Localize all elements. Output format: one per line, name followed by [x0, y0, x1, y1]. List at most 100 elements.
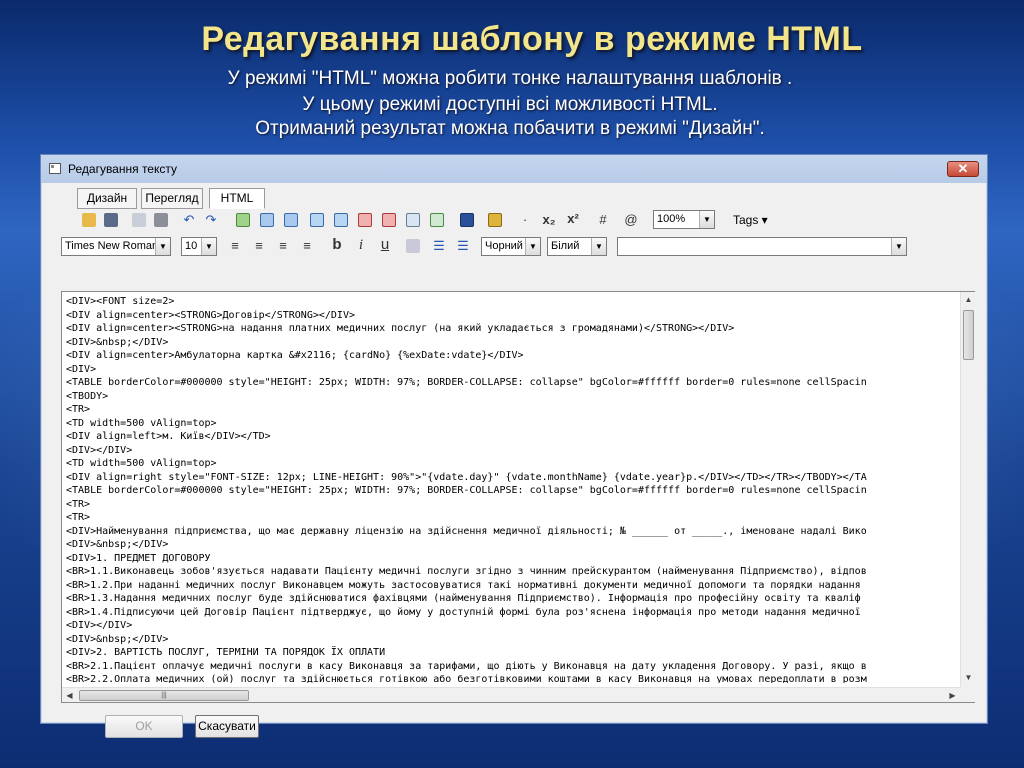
- underline-button[interactable]: u: [377, 237, 393, 253]
- clear-format-icon[interactable]: [405, 238, 421, 254]
- horizontal-scroll-thumb[interactable]: |||: [79, 690, 249, 701]
- html-source-text[interactable]: <DIV><FONT size=2> <DIV align=center><STR…: [66, 295, 962, 683]
- email-link-icon[interactable]: @: [623, 212, 639, 228]
- slide-subtitle-line-1: У режимі "HTML" можна робити тонке налаш…: [227, 68, 793, 89]
- code-line: <DIV>: [66, 363, 97, 375]
- code-line: <DIV align=center><STRONG>на надання пла…: [66, 323, 735, 334]
- undo-icon[interactable]: ↶: [181, 212, 197, 228]
- code-line: <TABLE borderColor=#000000 style="HEIGHT…: [66, 485, 867, 496]
- close-button[interactable]: ✕: [947, 161, 979, 177]
- bullet-list-icon[interactable]: ☰: [455, 238, 471, 254]
- vertical-scrollbar[interactable]: ▲ ▼: [960, 292, 975, 687]
- tab-preview[interactable]: Перегляд: [141, 188, 203, 209]
- insert-column-right-icon[interactable]: [333, 212, 349, 228]
- insert-table-icon[interactable]: [235, 212, 251, 228]
- code-line: <DIV>2. ВАРТІСТЬ ПОСЛУГ, ТЕРМІНИ ТА ПОРЯ…: [66, 647, 386, 658]
- redo-icon[interactable]: ↷: [203, 212, 219, 228]
- back-color-value: Білий: [551, 240, 580, 252]
- code-line: <DIV align=center>Амбулаторна картка &#x…: [66, 350, 524, 361]
- font-size-value: 10: [185, 240, 198, 252]
- split-cells-icon[interactable]: [429, 212, 445, 228]
- align-justify-icon[interactable]: ≡: [299, 238, 315, 254]
- cancel-button[interactable]: Скасувати: [195, 715, 259, 738]
- code-line: <DIV><FONT size=2>: [66, 296, 175, 307]
- separator-dot-icon[interactable]: ·: [517, 212, 533, 228]
- zoom-select[interactable]: 100% ▼: [653, 210, 715, 229]
- style-select[interactable]: ▼: [617, 237, 907, 256]
- font-family-value: Times New Roman: [65, 240, 159, 252]
- chevron-down-icon: ▼: [699, 211, 714, 228]
- code-line: <TABLE borderColor=#000000 style="HEIGHT…: [66, 377, 867, 388]
- code-line: <BR>1.4.Підписуючи цей Договір Пацієнт п…: [66, 606, 861, 618]
- table-properties-icon[interactable]: [459, 212, 475, 228]
- dialog-client-area: Дизайн Перегляд HTML ↶ ↷ · x₂ x² # @ 100…: [47, 183, 981, 738]
- insert-row-below-icon[interactable]: [283, 212, 299, 228]
- code-line: <DIV align=center><STRONG>Договір</STRON…: [66, 309, 355, 321]
- superscript-icon[interactable]: x²: [565, 211, 581, 227]
- tab-html[interactable]: HTML: [209, 188, 265, 209]
- font-size-select[interactable]: 10 ▼: [181, 237, 217, 256]
- open-folder-icon[interactable]: [81, 212, 97, 228]
- scroll-down-icon[interactable]: ▼: [961, 670, 976, 685]
- delete-column-icon[interactable]: [381, 212, 397, 228]
- code-line: <DIV>&nbsp;</DIV>: [66, 539, 169, 550]
- vertical-scroll-thumb[interactable]: [963, 310, 974, 360]
- italic-button[interactable]: i: [353, 237, 369, 253]
- dialog-titlebar[interactable]: Редагування тексту ✕: [41, 155, 987, 183]
- dialog-title: Редагування тексту: [68, 162, 177, 176]
- align-left-icon[interactable]: ≡: [227, 238, 243, 254]
- code-line: <BR>2.1.Пацієнт оплачує медичні послуги …: [66, 660, 867, 672]
- chevron-down-icon: ▼: [591, 238, 606, 255]
- code-line: <DIV></DIV>: [66, 620, 133, 631]
- slide-subtitle-line-3: Отриманий результат можна побачити в реж…: [255, 118, 765, 139]
- code-line: <TR>: [66, 498, 91, 510]
- edit-text-dialog: Редагування тексту ✕ Дизайн Перегляд HTM…: [40, 154, 988, 738]
- horizontal-scrollbar[interactable]: ◀ ||| ▶: [62, 687, 960, 702]
- fore-color-value: Чорний: [485, 240, 523, 252]
- code-line: <TR>: [66, 404, 91, 415]
- print-icon[interactable]: [153, 212, 169, 228]
- save-icon[interactable]: [103, 212, 119, 228]
- insert-row-above-icon[interactable]: [259, 212, 275, 228]
- slide-subtitle-line-2: У цьому режимі доступні всі можливості H…: [302, 94, 718, 115]
- insert-column-left-icon[interactable]: [309, 212, 325, 228]
- numbered-list-icon[interactable]: ☰: [431, 238, 447, 254]
- app-window-icon: [49, 163, 61, 174]
- back-color-select[interactable]: Білий ▼: [547, 237, 607, 256]
- font-family-select[interactable]: Times New Roman ▼: [61, 237, 171, 256]
- html-source-editor[interactable]: <DIV><FONT size=2> <DIV align=center><STR…: [61, 291, 975, 703]
- scroll-left-icon[interactable]: ◀: [62, 688, 77, 703]
- align-right-icon[interactable]: ≡: [275, 238, 291, 254]
- scrollbar-corner: [960, 687, 975, 702]
- code-line: <DIV></DIV>: [66, 444, 133, 456]
- delete-row-icon[interactable]: [357, 212, 373, 228]
- subscript-icon[interactable]: x₂: [541, 212, 557, 228]
- code-line: <TD width=500 vAlign=top>: [66, 458, 217, 469]
- scroll-right-icon[interactable]: ▶: [945, 688, 960, 703]
- print-preview-icon[interactable]: [131, 212, 147, 228]
- anchor-hash-icon[interactable]: #: [595, 212, 611, 228]
- chevron-down-icon: ▼: [525, 238, 540, 255]
- chevron-down-icon: ▼: [891, 238, 906, 255]
- code-line: <BR>1.2.При наданні медичних послуг Вико…: [66, 579, 861, 591]
- code-line: <DIV>Найменування підприємства, що має д…: [66, 525, 867, 537]
- code-line: <BR>1.1.Виконавець зобов'язується надава…: [66, 566, 867, 577]
- code-line: <TR>: [66, 512, 91, 523]
- ok-button[interactable]: OK: [105, 715, 183, 738]
- zoom-value: 100%: [657, 213, 686, 225]
- code-line: <DIV align=left>м. Київ</DIV></TD>: [66, 431, 271, 442]
- fore-color-select[interactable]: Чорний ▼: [481, 237, 541, 256]
- tags-dropdown[interactable]: Tags ▾: [733, 212, 768, 228]
- tab-design[interactable]: Дизайн: [77, 188, 137, 209]
- chevron-down-icon: ▼: [155, 238, 170, 255]
- code-line: <DIV>&nbsp;</DIV>: [66, 336, 169, 348]
- bold-button[interactable]: b: [329, 237, 345, 253]
- merge-cells-icon[interactable]: [405, 212, 421, 228]
- code-line: <BR>2.2.Оплата медичних (ой) послуг та з…: [66, 674, 867, 683]
- insert-image-icon[interactable]: [487, 212, 503, 228]
- code-line: <TBODY>: [66, 390, 109, 402]
- code-line: <BR>1.3.Надання медичних послуг буде зді…: [66, 593, 861, 604]
- align-center-icon[interactable]: ≡: [251, 238, 267, 254]
- code-line: <DIV>1. ПРЕДМЕТ ДОГОВОРУ: [66, 552, 211, 564]
- scroll-up-icon[interactable]: ▲: [961, 292, 976, 307]
